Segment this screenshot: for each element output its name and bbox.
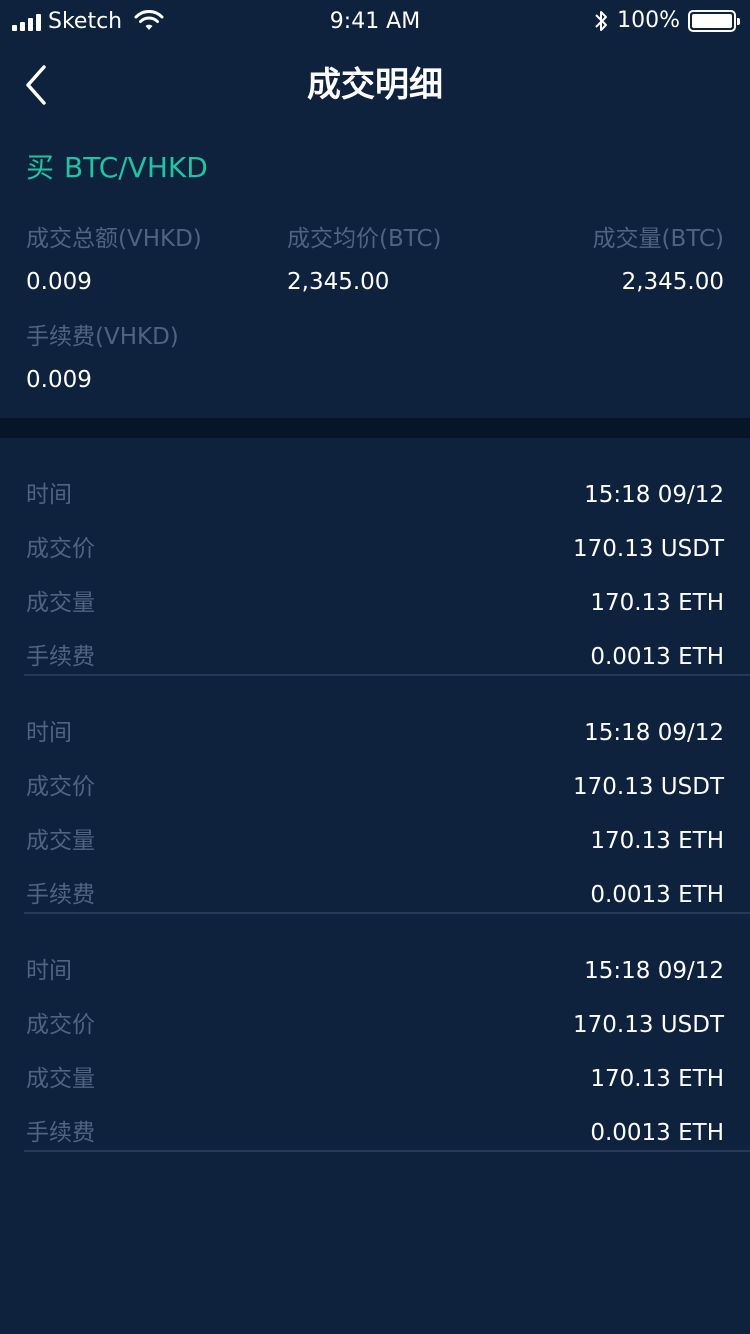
trade-side: 买 [26, 151, 55, 184]
record-row-price: 成交价 170.13 USDT [0, 1010, 750, 1064]
price-value: 170.13 USDT [573, 536, 724, 562]
navigation-bar: 成交明细 [0, 44, 750, 132]
record-row-volume: 成交量 170.13 ETH [0, 826, 750, 880]
time-value: 15:18 09/12 [584, 720, 724, 746]
record-separator [24, 1150, 750, 1152]
volume-value: 170.13 ETH [590, 1066, 724, 1092]
fee-label: 手续费 [26, 882, 95, 908]
time-value: 15:18 09/12 [584, 958, 724, 984]
pair-name: BTC/VHKD [64, 151, 208, 184]
price-value: 170.13 USDT [573, 774, 724, 800]
record-row-fee: 手续费 0.0013 ETH [0, 1118, 750, 1172]
time-label: 时间 [26, 958, 72, 984]
fee-value: 0.009 [26, 367, 92, 393]
volume-value: 170.13 ETH [590, 828, 724, 854]
avg-price-label: 成交均价(BTC) [287, 226, 442, 252]
volume-value: 2,345.00 [621, 269, 724, 295]
record-row-time: 时间 15:18 09/12 [0, 956, 750, 1010]
time-label: 时间 [26, 482, 72, 508]
record-row-volume: 成交量 170.13 ETH [0, 588, 750, 642]
volume-label: 成交量 [26, 590, 95, 616]
time-label: 时间 [26, 720, 72, 746]
price-label: 成交价 [26, 774, 95, 800]
fee-value: 0.0013 ETH [590, 644, 724, 670]
avg-price-value: 2,345.00 [287, 269, 390, 295]
record-row-volume: 成交量 170.13 ETH [0, 1064, 750, 1118]
page-title: 成交明细 [307, 65, 443, 105]
trade-record: 时间 15:18 09/12 成交价 170.13 USDT 成交量 170.1… [0, 914, 750, 1152]
record-row-time: 时间 15:18 09/12 [0, 718, 750, 772]
trade-record: 时间 15:18 09/12 成交价 170.13 USDT 成交量 170.1… [0, 676, 750, 914]
fee-label: 手续费 [26, 644, 95, 670]
fee-label: 手续费(VHKD) [26, 324, 179, 350]
bluetooth-icon [595, 11, 608, 31]
status-bar: Sketch 9:41 AM 100% [0, 0, 750, 44]
trade-record: 时间 15:18 09/12 成交价 170.13 USDT 成交量 170.1… [0, 438, 750, 676]
volume-label: 成交量(BTC) [592, 226, 725, 252]
trade-pair: 买 BTC/VHKD [26, 150, 208, 186]
battery-icon [688, 10, 740, 32]
record-row-price: 成交价 170.13 USDT [0, 534, 750, 588]
price-value: 170.13 USDT [573, 1012, 724, 1038]
fee-value: 0.0013 ETH [590, 1120, 724, 1146]
status-right: 100% [593, 8, 740, 34]
total-amount-value: 0.009 [26, 269, 92, 295]
fee-value: 0.0013 ETH [590, 882, 724, 908]
volume-label: 成交量 [26, 828, 95, 854]
volume-label: 成交量 [26, 1066, 95, 1092]
record-row-time: 时间 15:18 09/12 [0, 480, 750, 534]
section-divider [0, 418, 750, 438]
fee-label: 手续费 [26, 1120, 95, 1146]
record-row-price: 成交价 170.13 USDT [0, 772, 750, 826]
volume-value: 170.13 ETH [590, 590, 724, 616]
total-amount-label: 成交总额(VHKD) [26, 226, 202, 252]
price-label: 成交价 [26, 1012, 95, 1038]
price-label: 成交价 [26, 536, 95, 562]
time-value: 15:18 09/12 [584, 482, 724, 508]
battery-percentage: 100% [617, 8, 680, 33]
trade-record-list: 时间 15:18 09/12 成交价 170.13 USDT 成交量 170.1… [0, 438, 750, 1152]
